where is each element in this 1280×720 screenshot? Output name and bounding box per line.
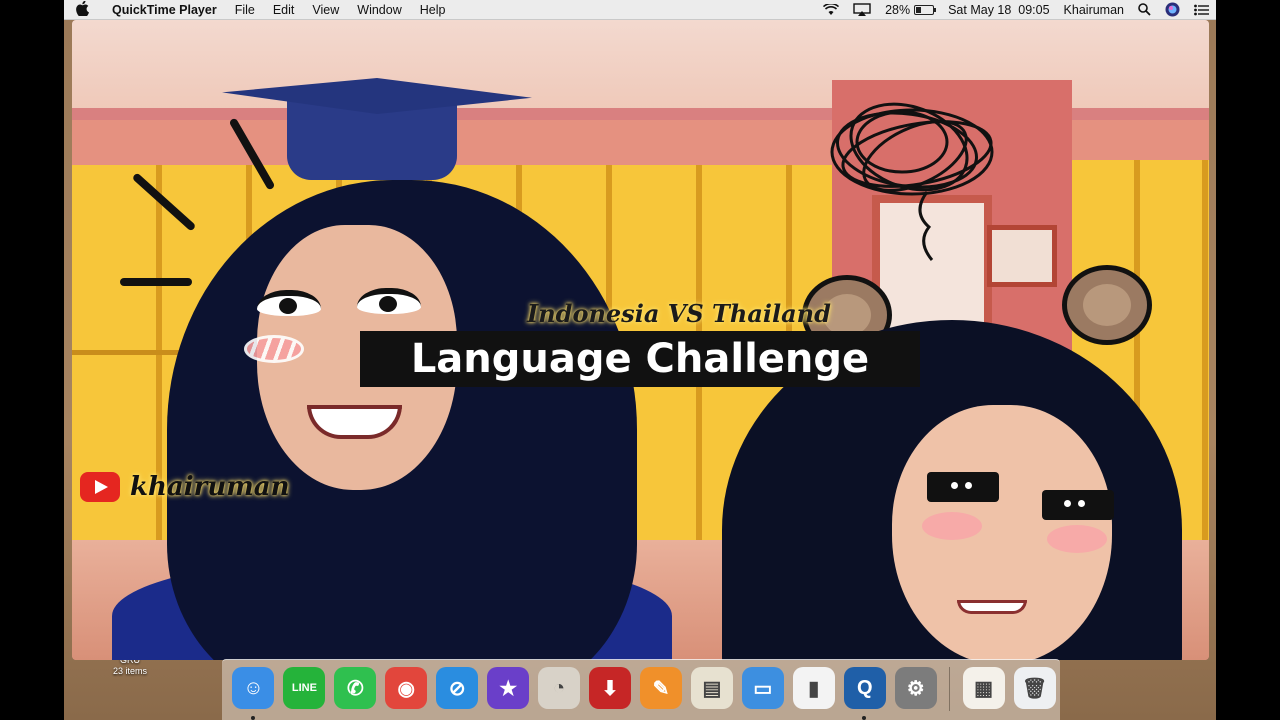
dock-app-finder[interactable]: ☺ bbox=[228, 667, 279, 720]
dock-separator bbox=[949, 667, 951, 711]
document-stack-icon: ▦ bbox=[962, 667, 1005, 709]
desktop-folder-count: 23 items bbox=[112, 666, 147, 676]
battery-percent: 28% bbox=[885, 2, 911, 17]
spotlight-search-icon[interactable] bbox=[1131, 3, 1158, 16]
dock-app-downloader[interactable]: ⬇ bbox=[585, 667, 636, 720]
pages-icon: ✎ bbox=[639, 667, 682, 709]
app-menu[interactable]: QuickTime Player bbox=[100, 0, 226, 20]
preview-icon: ▤ bbox=[690, 667, 733, 709]
cartoon-eye-right bbox=[357, 288, 421, 314]
menu-bar: QuickTime Player File Edit View Window H… bbox=[64, 0, 1216, 20]
blush-striped bbox=[244, 335, 304, 363]
dock-app-trash[interactable]: 🗑 bbox=[1009, 667, 1060, 720]
dock-app-line[interactable]: LINE bbox=[279, 667, 330, 720]
numbers-icon: ▮ bbox=[792, 667, 835, 709]
channel-watermark: khairuman bbox=[80, 472, 290, 502]
battery-status[interactable]: 28% bbox=[878, 0, 941, 20]
siri-icon[interactable] bbox=[1158, 2, 1187, 17]
channel-name: khairuman bbox=[130, 472, 290, 502]
apple-icon[interactable] bbox=[64, 0, 100, 19]
person-right-smile bbox=[957, 600, 1027, 614]
video-title-banner: Language Challenge bbox=[360, 331, 920, 387]
dock: ☺ LINE ✆ ◉ ⊘ ★ ◔ ⬇ ✎ ▤ ▭ ▮ Q ⚙ ▦ 🗑 bbox=[222, 659, 1060, 720]
video-frame[interactable]: Indonesia VS Thailand Language Challenge… bbox=[72, 20, 1209, 660]
bear-ear-right bbox=[1062, 265, 1152, 345]
excitement-line bbox=[120, 278, 192, 286]
dock-app-quicktime[interactable]: Q bbox=[839, 667, 890, 720]
dock-app-chrome[interactable]: ◉ bbox=[381, 667, 432, 720]
dock-app-keynote[interactable]: ▭ bbox=[737, 667, 788, 720]
battery-icon bbox=[914, 4, 937, 15]
dock-app-system-preferences[interactable]: ⚙ bbox=[890, 667, 941, 720]
menu-edit[interactable]: Edit bbox=[264, 0, 304, 20]
blush-right-2 bbox=[1047, 525, 1107, 553]
youtube-icon bbox=[80, 472, 120, 502]
chrome-icon: ◉ bbox=[385, 667, 428, 709]
imovie-icon: ★ bbox=[487, 667, 530, 709]
keynote-icon: ▭ bbox=[741, 667, 784, 709]
dock-app-numbers[interactable]: ▮ bbox=[788, 667, 839, 720]
trash-icon: 🗑 bbox=[1013, 667, 1056, 709]
running-indicator bbox=[862, 716, 867, 720]
line-icon: LINE bbox=[283, 667, 326, 709]
safari-icon: ⊘ bbox=[436, 667, 479, 709]
system-preferences-icon: ⚙ bbox=[894, 667, 937, 709]
dock-app-screen-recorder[interactable]: ◔ bbox=[534, 667, 585, 720]
notification-center-icon[interactable] bbox=[1187, 4, 1216, 16]
menu-help[interactable]: Help bbox=[411, 0, 455, 20]
quicktime-icon: Q bbox=[843, 667, 886, 709]
censored-eye-left bbox=[927, 472, 999, 502]
cartoon-eye-left bbox=[257, 290, 321, 316]
whatsapp-icon: ✆ bbox=[334, 667, 377, 709]
angry-scribble-icon bbox=[830, 102, 994, 261]
menu-file[interactable]: File bbox=[226, 0, 264, 20]
censored-eye-right bbox=[1042, 490, 1114, 520]
dock-app-pages[interactable]: ✎ bbox=[636, 667, 687, 720]
macos-screen: QuickTime Player File Edit View Window H… bbox=[64, 0, 1216, 720]
dock-app-whatsapp[interactable]: ✆ bbox=[330, 667, 381, 720]
running-indicator bbox=[251, 716, 255, 720]
video-title: Language Challenge bbox=[410, 336, 870, 382]
dock-app-safari[interactable]: ⊘ bbox=[432, 667, 483, 720]
dock-app-preview[interactable]: ▤ bbox=[686, 667, 737, 720]
finder-icon: ☺ bbox=[232, 667, 275, 709]
clock[interactable]: Sat May 18 09:05 bbox=[941, 0, 1056, 20]
quicktime-window[interactable]: Indonesia VS Thailand Language Challenge… bbox=[72, 20, 1209, 660]
menu-window[interactable]: Window bbox=[348, 0, 410, 20]
blush-right-1 bbox=[922, 512, 982, 540]
airplay-icon[interactable] bbox=[846, 3, 878, 16]
user-menu[interactable]: Khairuman bbox=[1057, 0, 1131, 20]
dock-app-imovie[interactable]: ★ bbox=[483, 667, 534, 720]
video-subtitle: Indonesia VS Thailand bbox=[527, 299, 831, 328]
downloader-icon: ⬇ bbox=[589, 667, 632, 709]
wifi-icon[interactable] bbox=[816, 3, 846, 16]
screen-recorder-icon: ◔ bbox=[538, 667, 581, 709]
menu-view[interactable]: View bbox=[303, 0, 348, 20]
dock-app-document-stack[interactable]: ▦ bbox=[958, 667, 1009, 720]
